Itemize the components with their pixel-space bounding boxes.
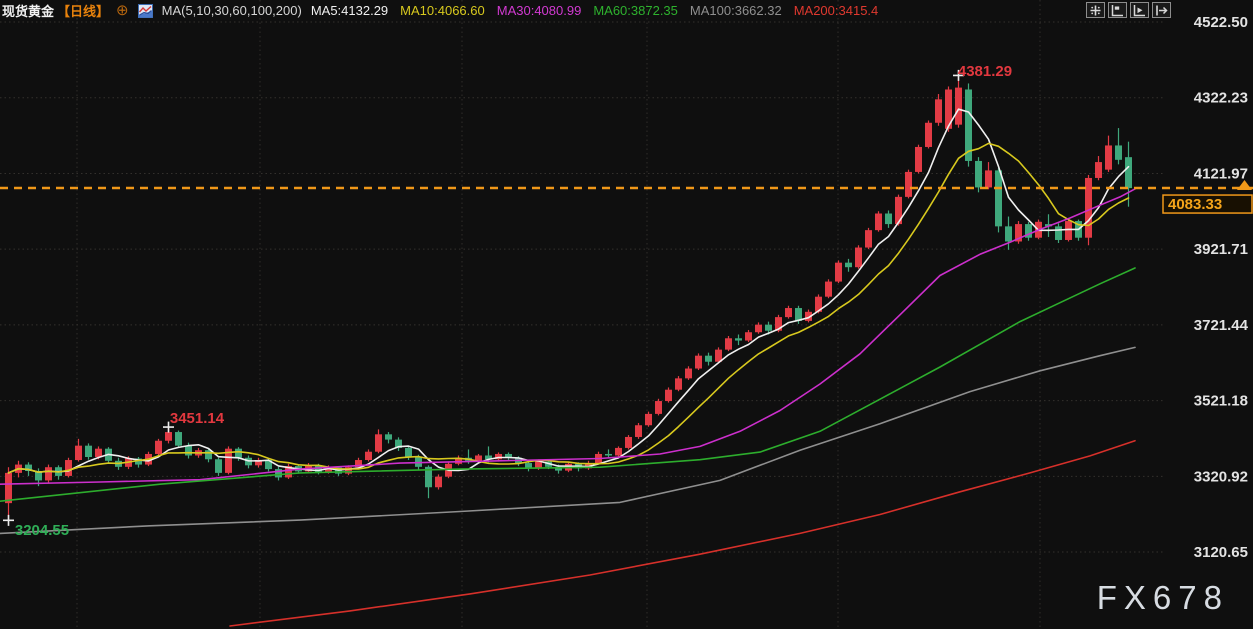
price-axis-label: 3721.44	[1194, 317, 1249, 334]
price-annotation: 4381.29	[958, 63, 1012, 80]
ma-legend-item: MA200:3415.4	[794, 3, 879, 18]
candlestick-chart[interactable]: 4381.29 3451.14 3204.55 4522.50 4322.23 4121.…	[0, 0, 1253, 629]
price-axis-label: 4522.50	[1194, 14, 1248, 31]
ma-legend-item: MA100:3662.32	[690, 3, 782, 18]
watermark: FX678	[1097, 579, 1229, 617]
chart-logo-icon	[138, 4, 153, 18]
ma-legend-item: MA10:4066.60	[400, 3, 485, 18]
price-axis-label: 3120.65	[1194, 544, 1248, 561]
ma-legend: MA5:4132.29 MA10:4066.60 MA30:4080.99 MA60:…	[311, 3, 878, 18]
circle-plus-icon[interactable]: ⊕	[116, 3, 129, 18]
chart-window: 4381.29 3451.14 3204.55 4522.50 4322.23 4121.…	[0, 0, 1253, 629]
playback-icon[interactable]	[1130, 2, 1149, 18]
price-axis-label: 3320.92	[1194, 468, 1248, 485]
ma-legend-item: MA60:3872.35	[593, 3, 678, 18]
price-axis-label: 3921.71	[1194, 241, 1248, 258]
pan-icon[interactable]	[1086, 2, 1105, 18]
price-annotation: 3451.14	[170, 410, 225, 427]
extreme-cross-marker	[3, 515, 14, 526]
scale-fit-icon[interactable]	[1108, 2, 1127, 18]
price-axis-label: 4121.97	[1194, 165, 1248, 182]
period-label: 【日线】	[57, 1, 109, 20]
symbol-title: 现货黄金	[2, 1, 54, 20]
price-annotation: 3204.55	[15, 522, 69, 539]
ma-legend-item: MA5:4132.29	[311, 3, 388, 18]
ma-group-label: MA(5,10,30,60,100,200)	[162, 3, 302, 18]
detach-icon[interactable]	[1152, 2, 1171, 18]
chart-header: 现货黄金 【日线】 ⊕ MA(5,10,30,60,100,200) MA5:4…	[0, 0, 878, 21]
price-axis-label: 3521.18	[1194, 393, 1248, 410]
price-axis-label: 4322.23	[1194, 90, 1248, 107]
current-price-tag: 4083.33	[1168, 196, 1222, 213]
chart-toolbar	[1086, 2, 1171, 18]
ma-legend-item: MA30:4080.99	[497, 3, 582, 18]
